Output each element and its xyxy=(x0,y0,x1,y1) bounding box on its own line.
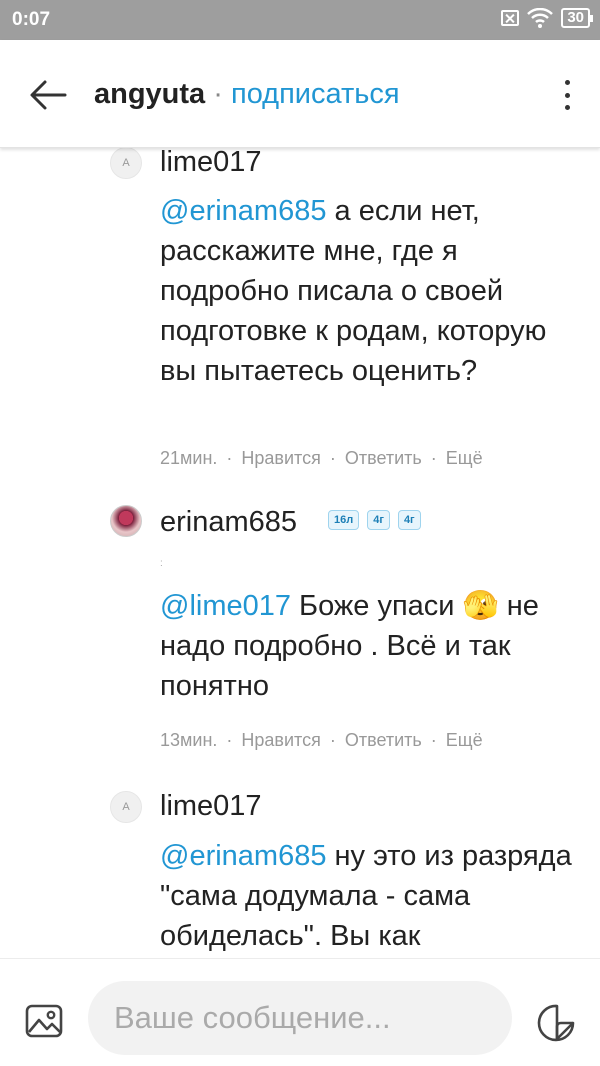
sim-off-icon xyxy=(501,10,520,26)
sticker-icon[interactable] xyxy=(536,1003,576,1043)
comment-text: @erinam685 а если нет, расскажите мне, г… xyxy=(160,191,580,391)
reply-button[interactable]: Ответить xyxy=(345,448,422,468)
comment-mention[interactable]: @erinam685 xyxy=(160,840,326,872)
meta-separator: · xyxy=(226,448,233,468)
title-separator: · xyxy=(213,78,223,110)
like-button[interactable]: Нравится xyxy=(241,730,320,750)
comment-meta: 13мин. · Нравится · Ответить · Ещё xyxy=(160,730,483,751)
comment-time: 21мин. xyxy=(160,448,218,468)
comment-text: @lime017 Боже упаси 🫣 не надо подробно .… xyxy=(160,586,580,706)
comment-meta: 21мин. · Нравится · Ответить · Ещё xyxy=(160,448,483,469)
battery-icon: 30 xyxy=(561,8,593,28)
reply-button[interactable]: Ответить xyxy=(345,730,422,750)
status-icons: 30 xyxy=(501,8,593,28)
post-title: angyuta · подписаться xyxy=(94,76,400,112)
meta-separator: · xyxy=(430,448,437,468)
subscribe-link[interactable]: подписаться xyxy=(231,78,400,110)
avatar[interactable] xyxy=(110,505,142,537)
comment-small-text: : xyxy=(160,558,163,569)
message-composer xyxy=(0,958,600,1066)
comment-text: @erinam685 ну это из разряда "сама додум… xyxy=(160,836,580,956)
wifi-icon xyxy=(527,8,554,28)
user-badges: 16л 4г 4г xyxy=(328,510,421,530)
comment-time: 13мин. xyxy=(160,730,218,750)
top-app-bar: angyuta · подписаться xyxy=(0,40,600,148)
meta-separator: · xyxy=(430,730,437,750)
comment-author[interactable]: erinam685 xyxy=(160,505,297,539)
more-button[interactable]: Ещё xyxy=(446,448,483,468)
message-input[interactable] xyxy=(88,981,512,1055)
avatar[interactable]: A xyxy=(110,148,142,179)
meta-separator: · xyxy=(226,730,233,750)
child-badge: 4г xyxy=(367,510,390,530)
image-icon[interactable] xyxy=(25,1004,63,1038)
comment-author[interactable]: lime017 xyxy=(160,789,262,823)
comment-list[interactable]: A lime017 @erinam685 а если нет, расскаж… xyxy=(0,148,600,958)
like-button[interactable]: Нравится xyxy=(241,448,320,468)
more-button[interactable]: Ещё xyxy=(446,730,483,750)
age-badge: 16л xyxy=(328,510,360,530)
back-arrow-icon[interactable] xyxy=(28,78,68,112)
post-author-username[interactable]: angyuta xyxy=(94,78,205,110)
meta-separator: · xyxy=(329,448,336,468)
status-bar: 0:07 30 xyxy=(0,0,600,40)
comment-mention[interactable]: @lime017 xyxy=(160,590,291,622)
meta-separator: · xyxy=(329,730,336,750)
comment-mention[interactable]: @erinam685 xyxy=(160,195,326,227)
comment-author[interactable]: lime017 xyxy=(160,148,262,179)
more-vertical-icon[interactable] xyxy=(562,80,572,110)
child-badge: 4г xyxy=(397,510,421,530)
status-time: 0:07 xyxy=(12,9,51,30)
avatar[interactable]: A xyxy=(110,791,142,823)
